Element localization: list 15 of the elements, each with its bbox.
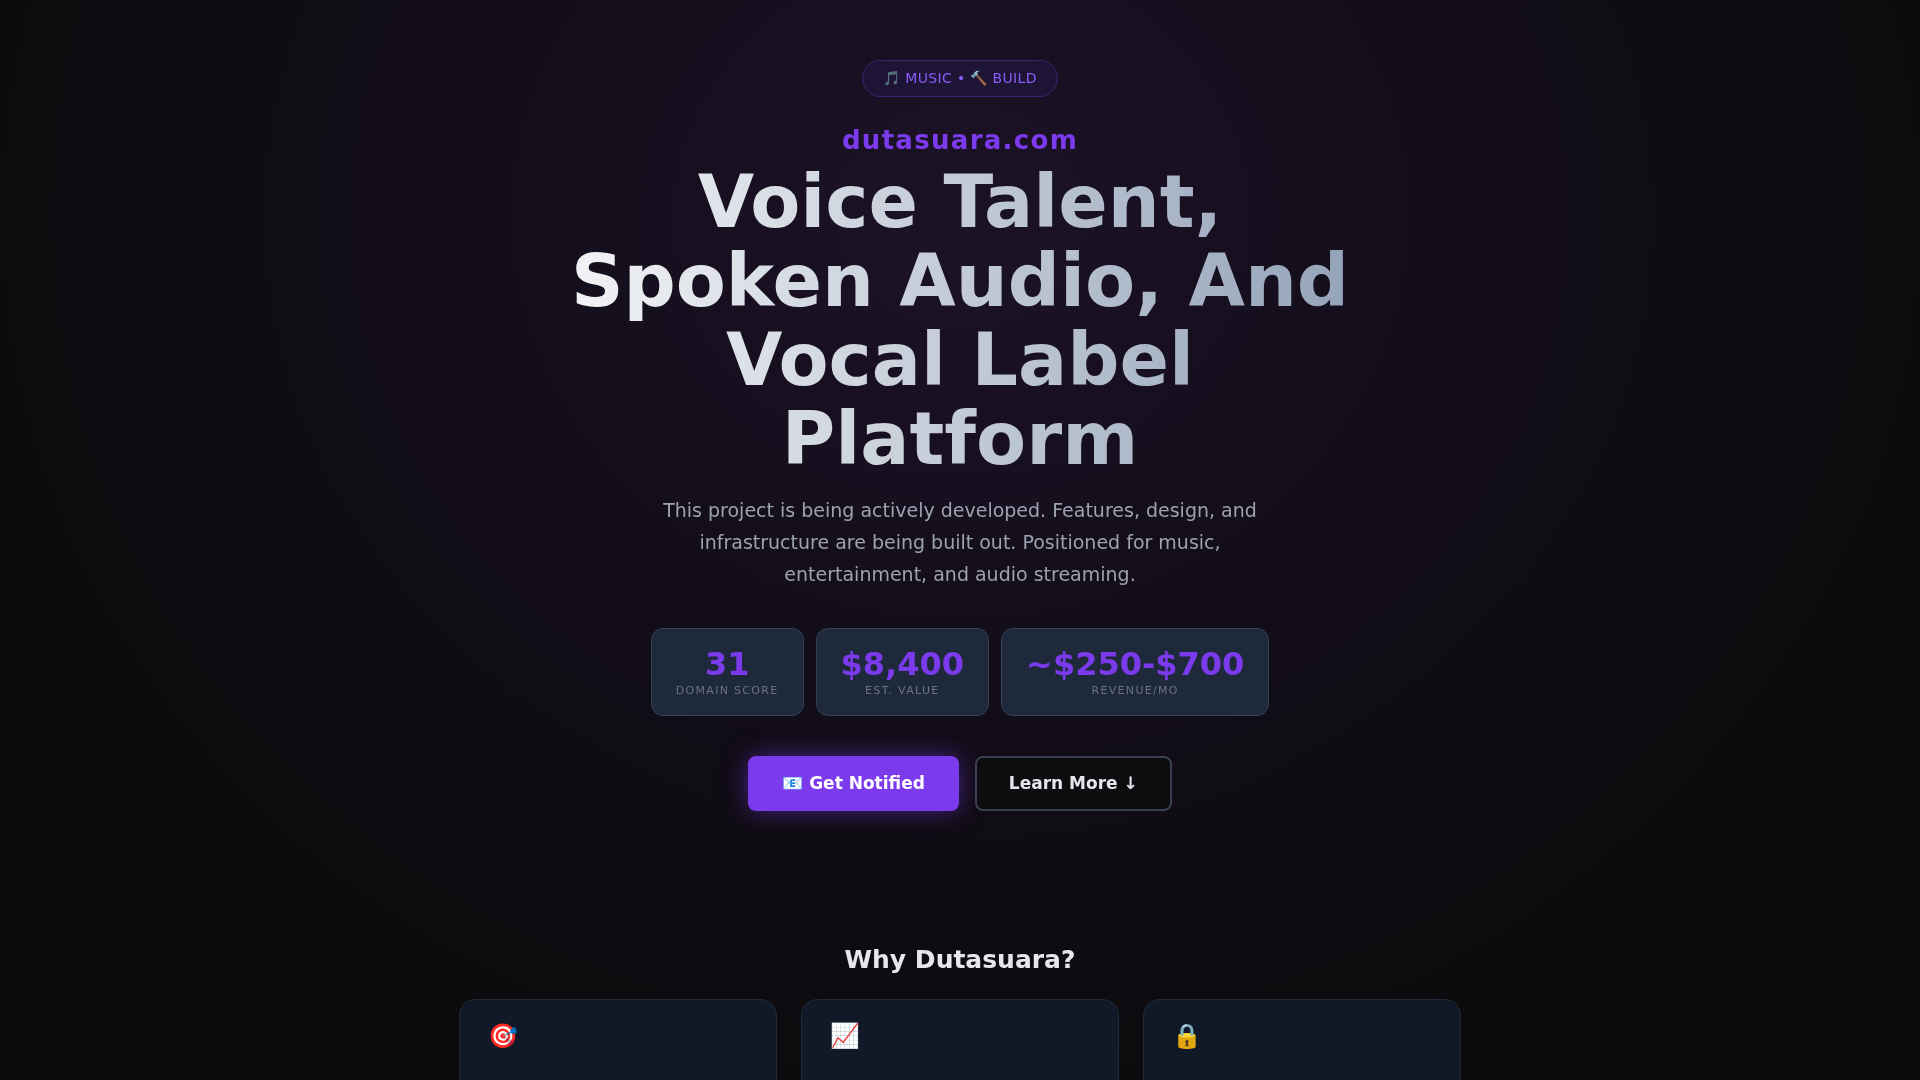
feature-icon: 🎯 [488,1021,518,1050]
stat-value: ~$250-$700 [1026,644,1245,683]
domain-name: dutasuara.com [841,124,1079,157]
stat-label: EST. VALUE [865,682,940,699]
notify-button[interactable]: 📧 Get Notified [748,756,959,811]
feature-icon: 🔒 [1172,1021,1202,1050]
section-title: Why Dutasuara? [844,944,1076,976]
stat-value: $8,400 [840,644,965,683]
stat-label: REVENUE/MO [1091,682,1179,699]
stat-label: DOMAIN SCORE [675,682,779,699]
category-badge: 🎵 MUSIC • 🔨 BUILD [862,60,1058,97]
stat-value: 31 [704,644,750,683]
feature-icon: 📈 [830,1021,860,1050]
learn-more-button[interactable]: Learn More ↓ [974,756,1172,811]
description: This project is being actively developed. Features, design, and infrastructure are being built out. Positioned for music, entertainment, and audio streaming. [662,498,1258,587]
